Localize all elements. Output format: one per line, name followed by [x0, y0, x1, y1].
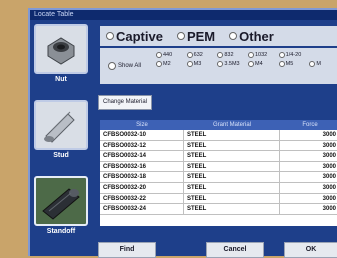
- cell-size: CFBSO0032-24: [100, 204, 184, 214]
- radio-thread[interactable]: M5: [278, 61, 310, 67]
- radio-circle-icon[interactable]: [176, 32, 185, 40]
- cell-size: CFBSO0032-16: [100, 161, 184, 172]
- radio-label: 3.5M3: [224, 61, 240, 67]
- cell-force: 3000: [322, 184, 336, 191]
- cell-material: STEEL: [184, 140, 280, 151]
- radio-captive[interactable]: Captive: [106, 29, 163, 44]
- radio-label: M3: [193, 61, 202, 67]
- cell-force: 3000: [322, 142, 336, 149]
- radio-pem[interactable]: PEM: [176, 28, 216, 44]
- column-header-force[interactable]: Force: [280, 120, 337, 130]
- radio-show-all[interactable]: Show All: [108, 62, 141, 70]
- radio-circle-icon[interactable]: [247, 52, 254, 58]
- category-label: Standoff: [46, 228, 76, 235]
- table-row[interactable]: CFBSO0032-24 STEEL 3000: [100, 204, 337, 215]
- table-row[interactable]: CFBSO0032-18 STEEL 3000: [100, 172, 337, 183]
- cell-size: CFBSO0032-14: [100, 151, 184, 161]
- cell-material: STEEL: [184, 172, 280, 182]
- thread-radio-group: Show All 440 632 832 1032 1/4-20 M2 M3 3…: [100, 48, 337, 84]
- radio-thread[interactable]: 1032: [247, 52, 279, 58]
- radio-circle-icon[interactable]: [217, 61, 224, 67]
- table-row[interactable]: CFBSO0032-20 STEEL 3000: [100, 182, 337, 194]
- radio-label: 440: [163, 52, 173, 58]
- radio-thread[interactable]: M4: [247, 61, 279, 67]
- cell-force: 3000: [322, 174, 336, 181]
- stud-icon[interactable]: [34, 100, 88, 150]
- cell-force: 3000: [322, 195, 336, 202]
- table-body: CFBSO0032-10 STEEL 3000 CFBSO0032-12 STEEL 30…: [100, 130, 337, 215]
- table-row[interactable]: CFBSO0032-12 STEEL 3000: [100, 140, 337, 152]
- window-title: Locate Table: [30, 10, 337, 20]
- radio-circle-icon[interactable]: [309, 61, 316, 67]
- cell-force: 3000: [322, 163, 336, 170]
- cell-material: STEEL: [184, 204, 280, 214]
- radio-circle-icon[interactable]: [186, 52, 193, 58]
- radio-label: 1/4-20: [285, 52, 302, 58]
- category-label: Nut: [55, 76, 67, 83]
- change-material-button[interactable]: Change Material: [98, 95, 153, 110]
- radio-label: Captive: [116, 28, 163, 44]
- cell-size: CFBSO0032-18: [100, 172, 184, 182]
- radio-circle-icon[interactable]: [186, 61, 193, 67]
- radio-thread[interactable]: 440: [156, 52, 187, 58]
- radio-circle-icon[interactable]: [217, 52, 224, 58]
- radio-thread[interactable]: 1/4-20: [278, 52, 310, 58]
- radio-circle-icon[interactable]: [278, 52, 285, 58]
- cell-material: STEEL: [184, 151, 280, 161]
- radio-circle-icon[interactable]: [229, 32, 238, 40]
- table-row[interactable]: CFBSO0032-22 STEEL 3000: [100, 193, 337, 205]
- radio-label: Show All: [118, 63, 142, 69]
- radio-thread[interactable]: 832: [217, 52, 248, 58]
- cell-material: STEEL: [184, 182, 280, 193]
- radio-thread[interactable]: 3.5M3: [217, 61, 248, 67]
- cell-force: 3000: [322, 206, 336, 213]
- radio-label: M4: [254, 61, 263, 67]
- radio-other[interactable]: Other: [229, 29, 274, 44]
- cell-force: 3000: [322, 153, 336, 160]
- cell-material: STEEL: [184, 193, 280, 204]
- radio-circle-icon[interactable]: [156, 61, 162, 67]
- column-header-material[interactable]: Grant Material: [184, 120, 280, 130]
- category-nut[interactable]: Nut: [34, 24, 88, 83]
- radio-label: 1032: [254, 52, 268, 58]
- column-header-size[interactable]: Size: [100, 120, 184, 130]
- cell-material: STEEL: [184, 130, 280, 140]
- radio-label: M5: [285, 61, 294, 67]
- table-row[interactable]: CFBSO0032-16 STEEL 3000: [100, 161, 337, 173]
- radio-circle-icon[interactable]: [247, 61, 254, 67]
- dialog-window: Locate Table Nut Stud Standoff Captive P…: [28, 8, 337, 258]
- nut-icon[interactable]: [34, 24, 88, 74]
- radio-thread[interactable]: M: [309, 61, 337, 67]
- type-radio-group: Captive PEM Other: [100, 26, 337, 46]
- cell-size: CFBSO0032-22: [100, 193, 184, 204]
- radio-label: M2: [163, 61, 171, 67]
- cell-material: STEEL: [184, 161, 280, 172]
- radio-label: 832: [224, 52, 234, 58]
- radio-circle-icon[interactable]: [156, 52, 162, 58]
- thread-options: 440 632 832 1032 1/4-20 M2 M3 3.5M3 M4 M…: [156, 52, 337, 67]
- table-header: Size Grant Material Force: [100, 120, 337, 130]
- category-label: Stud: [53, 152, 69, 159]
- radio-label: M: [316, 61, 321, 67]
- cell-size: CFBSO0032-20: [100, 182, 184, 193]
- table-row[interactable]: CFBSO0032-14 STEEL 3000: [100, 151, 337, 162]
- cell-size: CFBSO0032-12: [100, 140, 184, 151]
- table-row[interactable]: CFBSO0032-10 STEEL 3000: [100, 130, 337, 141]
- radio-label: 632: [193, 52, 203, 58]
- results-table: Size Grant Material Force CFBSO0032-10 ST…: [100, 120, 337, 226]
- radio-label: Other: [239, 28, 274, 44]
- standoff-icon[interactable]: [34, 176, 88, 226]
- radio-circle-icon[interactable]: [278, 61, 285, 67]
- cell-size: CFBSO0032-10: [100, 130, 184, 140]
- radio-circle-icon[interactable]: [108, 62, 116, 70]
- radio-thread[interactable]: M2: [156, 61, 187, 67]
- category-standoff[interactable]: Standoff: [34, 176, 88, 235]
- radio-label: PEM: [186, 28, 216, 44]
- radio-circle-icon[interactable]: [106, 32, 114, 40]
- category-stud[interactable]: Stud: [34, 100, 88, 159]
- radio-thread[interactable]: M3: [186, 61, 218, 67]
- radio-thread[interactable]: 632: [186, 52, 218, 58]
- cell-force: 3000: [322, 132, 336, 138]
